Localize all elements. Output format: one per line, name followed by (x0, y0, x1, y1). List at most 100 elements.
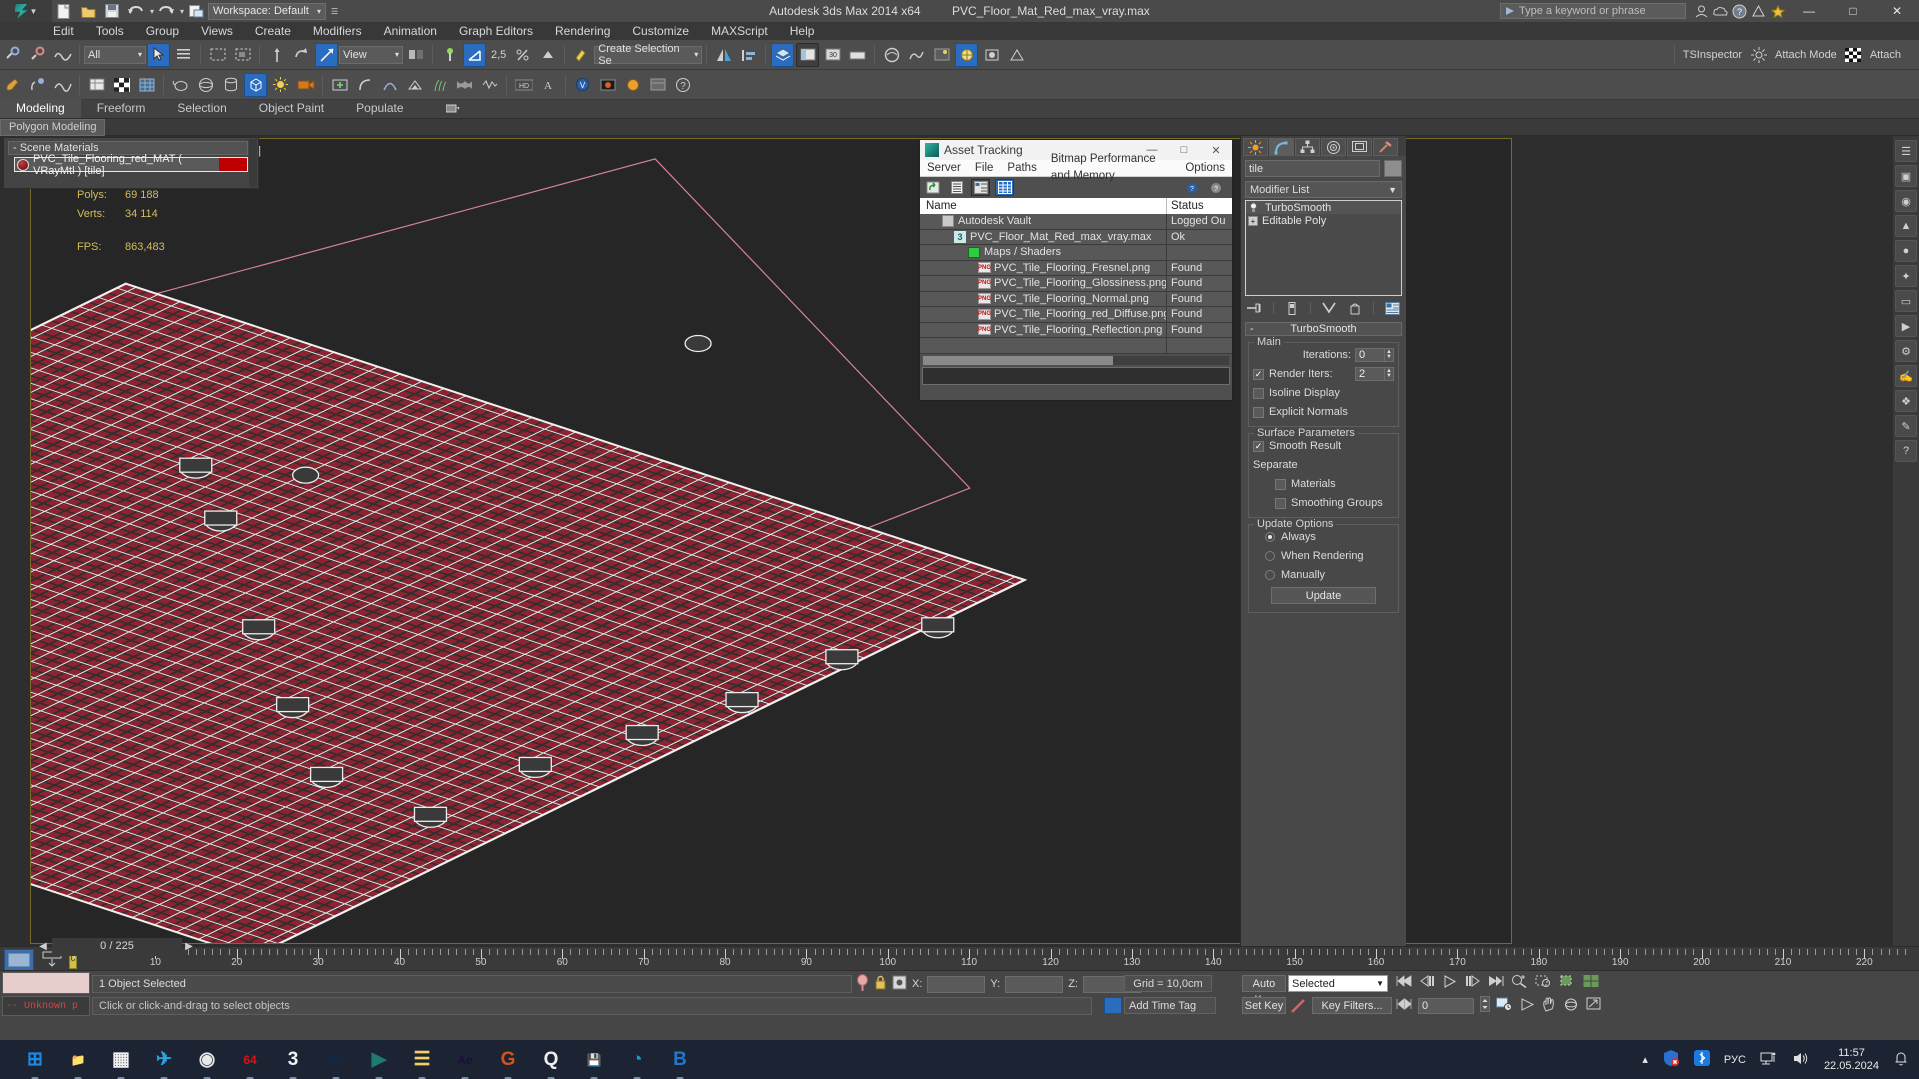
minimize-button[interactable]: — (1787, 0, 1831, 22)
language-indicator[interactable]: РУС (1724, 1054, 1746, 1066)
table-row[interactable]: PNG PVC_Tile_Flooring_Normal.png Found (920, 291, 1232, 307)
modifier-stack[interactable]: TurboSmooth + Editable Poly (1245, 200, 1402, 296)
tab-create[interactable] (1243, 138, 1268, 156)
corona-render-icon[interactable] (621, 73, 644, 97)
table-row[interactable]: PNG PVC_Tile_Flooring_Glossiness.png Foun… (920, 276, 1232, 292)
table-row[interactable]: Maps / Shaders (920, 245, 1232, 261)
ribbon-tab-populate[interactable]: Populate (340, 99, 419, 118)
ribbon-tab-modeling[interactable]: Modeling (0, 99, 81, 118)
asset-menu-paths[interactable]: Paths (1000, 160, 1043, 177)
angle-snap-icon[interactable] (463, 42, 486, 67)
current-frame-input[interactable]: 0 (1418, 997, 1474, 1014)
tab-hierarchy[interactable] (1295, 138, 1320, 156)
use-pivot-center-icon[interactable] (404, 43, 427, 67)
checker-map-icon[interactable] (110, 73, 133, 97)
menu-animation[interactable]: Animation (373, 22, 448, 40)
key-filters-button[interactable]: Key Filters... (1312, 997, 1392, 1014)
material-list-item[interactable]: PVC_Tile_Flooring_red_MAT ( VRayMtl ) [t… (14, 153, 248, 177)
named-selection-combo[interactable]: Create Selection Se ▾ (594, 43, 703, 67)
rbar-help-icon[interactable]: ? (1895, 440, 1917, 462)
rbar-icon-5[interactable]: ● (1895, 240, 1917, 262)
taskbar-marvelous-designer[interactable]: Q (538, 1047, 564, 1079)
graphite-tools-icon[interactable] (51, 73, 74, 97)
close-button[interactable]: ✕ (1875, 0, 1919, 22)
taskbar-blue-app[interactable]: B (667, 1047, 693, 1079)
pan-play-icon[interactable] (1519, 997, 1536, 1014)
frame-prev-icon[interactable]: ◀ (36, 938, 50, 956)
when-rendering-option-row[interactable]: When Rendering (1253, 548, 1394, 564)
teapot-primitive-icon[interactable] (169, 73, 192, 97)
manually-radio[interactable] (1265, 570, 1275, 580)
bluetooth-icon[interactable] (1693, 1050, 1710, 1069)
chevron-down-icon[interactable]: ▾ (317, 7, 321, 16)
smooth-result-checkbox[interactable]: ✓ (1253, 440, 1264, 452)
rbar-icon-12[interactable]: ✎ (1895, 415, 1917, 437)
zoom-all-viewports-icon[interactable] (1583, 974, 1600, 991)
unwrap-uvw-icon[interactable] (85, 73, 108, 97)
menu-maxscript[interactable]: MAXScript (700, 22, 779, 40)
pin-stack-icon[interactable] (1247, 301, 1263, 316)
ribbon-tab-freeform[interactable]: Freeform (81, 99, 162, 118)
rbar-icon-6[interactable]: ✦ (1895, 265, 1917, 287)
explicit-normals-row[interactable]: Explicit Normals (1253, 404, 1394, 420)
network-icon[interactable] (1760, 1050, 1778, 1069)
bend-modifier-icon[interactable] (353, 73, 376, 97)
select-and-rotate-icon[interactable] (290, 43, 313, 67)
volume-icon[interactable] (1792, 1051, 1810, 1069)
render-iters-value[interactable]: 2 (1355, 367, 1385, 381)
material-vertical-scrollbar[interactable] (249, 139, 257, 187)
key-mode-dropdown[interactable]: Selected ▼ (1288, 975, 1388, 992)
rbar-icon-8[interactable]: ▶ (1895, 315, 1917, 337)
select-object-icon[interactable] (147, 42, 170, 67)
hair-modifier-icon[interactable] (428, 73, 451, 97)
rollup-collapse-icon[interactable]: - (1250, 323, 1254, 336)
maximize-viewport-icon[interactable] (1586, 997, 1602, 1014)
schematic-view-icon[interactable] (846, 43, 869, 67)
redo-icon[interactable] (154, 0, 178, 22)
vray-frame-buffer-icon[interactable] (596, 73, 619, 97)
hd-display-icon[interactable]: HD (512, 73, 535, 97)
add-modifier-icon[interactable] (328, 73, 351, 97)
asset-horizontal-scrollbar[interactable] (923, 355, 1229, 365)
window-crossing-icon[interactable] (231, 43, 254, 67)
maxscript-listener[interactable]: -- Unknown p (2, 996, 90, 1016)
explicit-normals-checkbox[interactable] (1253, 406, 1264, 418)
undo-icon[interactable] (124, 0, 148, 22)
unlink-icon[interactable] (26, 43, 49, 67)
table-row[interactable]: Autodesk Vault Logged Ou (920, 214, 1232, 230)
auto-key-button[interactable]: Auto Key (1242, 975, 1286, 1006)
spinner-snap-icon[interactable] (536, 43, 559, 67)
pin-stack-toggle-icon[interactable] (856, 973, 869, 995)
render-iters-checkbox[interactable]: ✓ (1253, 368, 1264, 380)
smooth-result-row[interactable]: ✓ Smooth Result (1253, 438, 1394, 454)
tab-utilities[interactable] (1373, 138, 1398, 156)
table-row[interactable]: PNG PVC_Tile_Flooring_red_Diffuse.png Fou… (920, 307, 1232, 323)
chevron-down-icon[interactable]: ▾ (694, 50, 698, 59)
set-key-toggle-icon[interactable] (1290, 998, 1308, 1014)
help-tool-icon[interactable]: ? (671, 73, 694, 97)
signin-icon[interactable] (1692, 0, 1711, 22)
scrollbar-thumb[interactable] (923, 355, 1113, 365)
taskbar-edge[interactable]: ◔ (624, 1047, 650, 1079)
render-production-icon[interactable] (955, 42, 979, 67)
spinner-arrows-icon[interactable]: ▲ ▼ (1385, 367, 1394, 381)
mini-render-preview[interactable] (2, 972, 90, 994)
taskbar-guitar-pro[interactable]: G (495, 1047, 521, 1079)
selection-filter-combo[interactable]: All ▾ (84, 45, 146, 64)
set-key-button[interactable]: Set Key (1242, 997, 1286, 1014)
tsinspector-icon[interactable] (1747, 43, 1770, 67)
asset-menu-file[interactable]: File (968, 160, 1001, 177)
save-file-icon[interactable] (100, 0, 124, 22)
render-setup-icon[interactable] (905, 43, 928, 67)
play-animation-icon[interactable] (1442, 974, 1458, 991)
rbar-icon-7[interactable]: ▭ (1895, 290, 1917, 312)
curve-editor-icon[interactable]: 30 (821, 43, 844, 67)
taskbar-photoshop[interactable]: Ps (323, 1047, 349, 1079)
rbar-icon-2[interactable]: ▣ (1895, 165, 1917, 187)
batch-render-icon[interactable] (646, 73, 669, 97)
timeline-ruler[interactable]: 0 10 20 30 40 50 60 70 80 90 100 110 120 130 140 150 16… (0, 946, 1919, 973)
taskbar-start-button[interactable]: ⊞ (22, 1047, 48, 1079)
list-view-icon[interactable] (947, 179, 966, 196)
chevron-down-icon[interactable]: ▼ (1376, 976, 1387, 992)
tab-display[interactable] (1347, 138, 1372, 156)
